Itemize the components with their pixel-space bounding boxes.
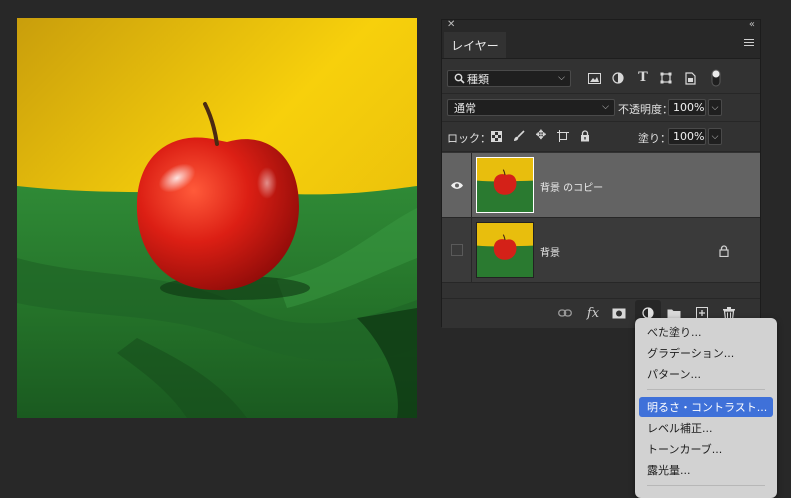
fill-dropdown-button[interactable]: ⌵ xyxy=(708,128,722,145)
image-filter-icon[interactable] xyxy=(586,70,602,86)
link-icon[interactable] xyxy=(556,304,574,322)
type-filter-icon[interactable]: T xyxy=(635,69,651,85)
mask-icon[interactable] xyxy=(610,304,628,322)
document-canvas[interactable] xyxy=(17,18,417,418)
lock-icon xyxy=(719,245,729,257)
layer-row-background[interactable]: 背景 xyxy=(442,218,760,282)
search-icon xyxy=(454,73,465,84)
menu-item-levels[interactable]: レベル補正... xyxy=(639,418,773,438)
visibility-toggle[interactable] xyxy=(442,153,472,217)
adjustment-layer-menu: べた塗り... グラデーション... パターン... 明るさ・コントラスト...… xyxy=(635,318,777,498)
blend-mode-dropdown[interactable]: 通常 ⌵ xyxy=(447,99,615,116)
layer-thumbnail xyxy=(476,157,534,213)
lock-paint-icon[interactable] xyxy=(512,129,526,143)
menu-item-brightness-contrast[interactable]: 明るさ・コントラスト... xyxy=(639,397,773,417)
menu-item-curves[interactable]: トーンカーブ... xyxy=(639,439,773,459)
menu-item-exposure[interactable]: 露光量... xyxy=(639,460,773,480)
tab-layers-label: レイヤー xyxy=(451,38,499,53)
collapse-icon[interactable]: « xyxy=(749,18,755,32)
panel-menu-icon[interactable] xyxy=(744,39,754,47)
fx-icon[interactable]: fx xyxy=(584,304,602,322)
opacity-value: 100% xyxy=(673,101,705,114)
layers-panel: ✕ « レイヤー 種類 ⌵ T 通常 ⌵ 不透明度： 100% ⌵ ロック： ✥… xyxy=(441,18,761,328)
lock-all-icon[interactable] xyxy=(578,129,592,143)
lock-transparent-icon[interactable] xyxy=(489,129,503,143)
menu-separator xyxy=(647,389,765,390)
blend-mode-label: 通常 xyxy=(454,101,476,115)
tab-layers[interactable]: レイヤー xyxy=(444,32,506,58)
adjustment-filter-icon[interactable] xyxy=(610,70,626,86)
layer-name[interactable]: 背景 のコピー xyxy=(540,179,603,194)
shape-filter-icon[interactable] xyxy=(658,70,674,86)
filter-kind-label: 種類 xyxy=(467,72,489,86)
fill-label: 塗り： xyxy=(638,132,671,145)
lock-artboard-icon[interactable] xyxy=(556,129,570,143)
panel-tab-row: レイヤー xyxy=(442,31,760,59)
menu-separator xyxy=(647,485,765,486)
lock-position-icon[interactable]: ✥ xyxy=(534,128,548,143)
smart-object-filter-icon[interactable] xyxy=(682,70,698,86)
layer-row-background-copy[interactable]: 背景 のコピー xyxy=(442,153,760,217)
chevron-down-icon: ⌵ xyxy=(602,102,609,112)
opacity-input[interactable]: 100% xyxy=(668,99,706,116)
filter-toggle-icon[interactable] xyxy=(710,68,722,88)
close-icon[interactable]: ✕ xyxy=(447,18,455,32)
visibility-toggle[interactable] xyxy=(442,218,472,282)
fill-value: 100% xyxy=(673,130,705,143)
layer-name[interactable]: 背景 xyxy=(540,244,560,259)
filter-kind-dropdown[interactable]: 種類 ⌵ xyxy=(447,70,571,87)
opacity-label: 不透明度： xyxy=(618,103,673,116)
menu-item-solid-color[interactable]: べた塗り... xyxy=(639,322,773,342)
chevron-down-icon: ⌵ xyxy=(558,73,565,83)
eye-icon[interactable] xyxy=(450,181,464,190)
fill-input[interactable]: 100% xyxy=(668,128,706,145)
visibility-off-box[interactable] xyxy=(451,244,463,256)
apple-photo xyxy=(17,18,417,418)
lock-label: ロック： xyxy=(447,132,491,145)
panel-title-bar: ✕ « xyxy=(442,18,760,32)
menu-item-gradient[interactable]: グラデーション... xyxy=(639,343,773,363)
opacity-dropdown-button[interactable]: ⌵ xyxy=(708,99,722,116)
menu-item-pattern[interactable]: パターン... xyxy=(639,364,773,384)
layer-thumbnail xyxy=(476,222,534,278)
